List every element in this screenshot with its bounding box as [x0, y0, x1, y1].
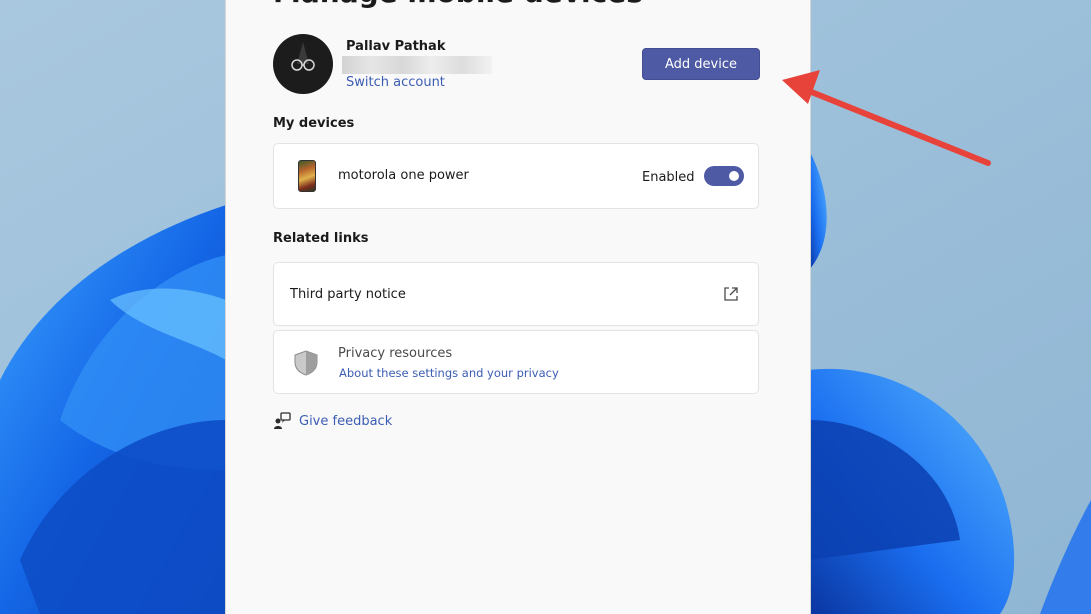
device-card: motorola one power Enabled: [273, 143, 759, 209]
settings-panel: Manage mobile devices Pallav Pathak Swit…: [225, 0, 811, 614]
privacy-resources-title: Privacy resources: [338, 346, 453, 361]
privacy-resources-card: Privacy resources About these settings a…: [273, 330, 759, 394]
phone-thumbnail: [298, 160, 316, 192]
third-party-notice-label: Third party notice: [290, 287, 406, 302]
third-party-notice-link[interactable]: Third party notice: [273, 262, 759, 326]
switch-account-link[interactable]: Switch account: [346, 75, 445, 90]
give-feedback-label: Give feedback: [299, 414, 393, 429]
redacted-email: [342, 56, 492, 74]
account-name: Pallav Pathak: [346, 39, 446, 54]
toggle-knob: [729, 171, 739, 181]
device-name: motorola one power: [338, 168, 469, 183]
add-device-button[interactable]: Add device: [642, 48, 760, 80]
shield-icon: [294, 350, 318, 376]
avatar: [273, 34, 333, 94]
device-enabled-toggle[interactable]: [704, 166, 744, 186]
feedback-icon: [274, 412, 291, 429]
device-status-label: Enabled: [642, 170, 695, 185]
external-link-icon: [724, 287, 738, 301]
red-arrow: [782, 70, 991, 166]
related-links-heading: Related links: [273, 231, 369, 246]
privacy-settings-link[interactable]: About these settings and your privacy: [339, 366, 559, 380]
page-title: Manage mobile devices: [273, 0, 643, 9]
avatar-icon: [291, 42, 315, 71]
my-devices-heading: My devices: [273, 116, 355, 131]
